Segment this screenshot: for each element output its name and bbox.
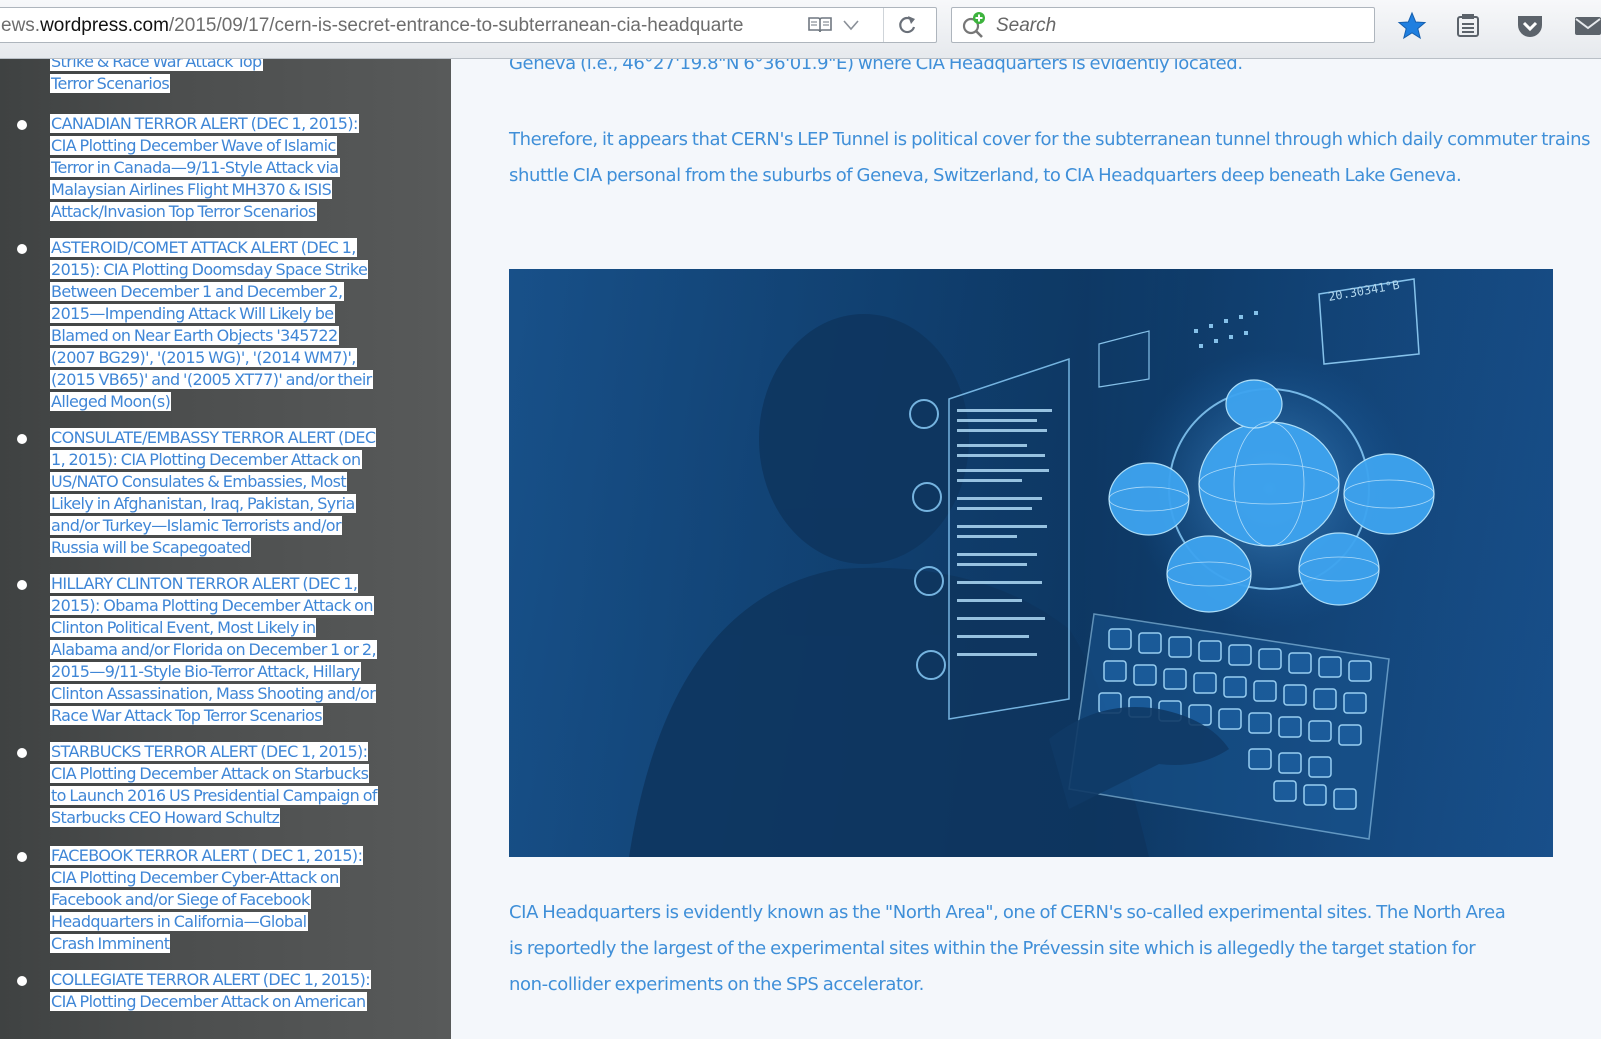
- bookmark-star-icon[interactable]: [1394, 8, 1430, 44]
- sidebar-post-link[interactable]: HILLARY CLINTON TERROR ALERT (DEC 1, 2015…: [50, 573, 420, 727]
- list-bullet: [17, 580, 27, 590]
- article-paragraph: Geneva (i.e., 46°27'19.8"N 6°36'01.9"E) …: [509, 59, 1243, 74]
- sidebar-post-link[interactable]: STARBUCKS TERROR ALERT (DEC 1, 2015): CIA…: [50, 741, 420, 829]
- sidebar-post-link[interactable]: CANADIAN TERROR ALERT (DEC 1, 2015): CIA …: [50, 113, 420, 223]
- list-bullet: [17, 748, 27, 758]
- list-bullet: [17, 976, 27, 986]
- mail-icon[interactable]: [1570, 8, 1601, 44]
- article-image[interactable]: 20.30341°B: [509, 269, 1553, 857]
- search-input[interactable]: [994, 12, 1368, 40]
- article-paragraph: Therefore, it appears that CERN's LEP Tu…: [509, 129, 1591, 186]
- url-prefix: ews.: [1, 15, 41, 36]
- list-bullet: [17, 120, 27, 130]
- reader-view-icon[interactable]: [805, 8, 835, 42]
- sidebar-post-link[interactable]: ASTEROID/COMET ATTACK ALERT (DEC 1, 2015)…: [50, 237, 420, 413]
- sidebar-post-link[interactable]: FACEBOOK TERROR ALERT ( DEC 1, 2015): CIA…: [50, 845, 420, 955]
- url-host: wordpress.com: [40, 15, 169, 36]
- sidebar-post-link[interactable]: COLLEGIATE TERROR ALERT (DEC 1, 2015): CI…: [50, 969, 420, 1013]
- bookmarks-menu-icon[interactable]: [1450, 8, 1486, 44]
- article-content: Geneva (i.e., 46°27'19.8"N 6°36'01.9"E) …: [451, 59, 1601, 1039]
- list-bullet: [17, 244, 27, 254]
- browser-toolbar: ews.wordpress.com/2015/09/17/cern-is-sec…: [0, 0, 1601, 59]
- sidebar: Strike & Race War Attack Top Terror Scena…: [0, 59, 451, 1039]
- pocket-icon[interactable]: [1512, 8, 1548, 44]
- list-bullet: [17, 434, 27, 444]
- search-engine-icon[interactable]: [960, 11, 990, 39]
- article-paragraph: CIA Headquarters is evidently known as t…: [509, 902, 1506, 995]
- sidebar-post-link[interactable]: CONSULATE/EMBASSY TERROR ALERT (DEC 1, 20…: [50, 427, 420, 559]
- sidebar-post-link[interactable]: Strike & Race War Attack Top Terror Scena…: [50, 59, 420, 95]
- url-bar[interactable]: ews.wordpress.com/2015/09/17/cern-is-sec…: [0, 7, 937, 43]
- url-text[interactable]: ews.wordpress.com/2015/09/17/cern-is-sec…: [1, 14, 799, 38]
- list-bullet: [17, 852, 27, 862]
- url-path: /2015/09/17/cern-is-secret-entrance-to-s…: [168, 15, 744, 36]
- reload-icon[interactable]: [883, 8, 930, 42]
- history-dropdown-icon[interactable]: [837, 8, 865, 42]
- search-bar[interactable]: [951, 7, 1375, 43]
- hologram-illustration: 20.30341°B: [509, 269, 1553, 857]
